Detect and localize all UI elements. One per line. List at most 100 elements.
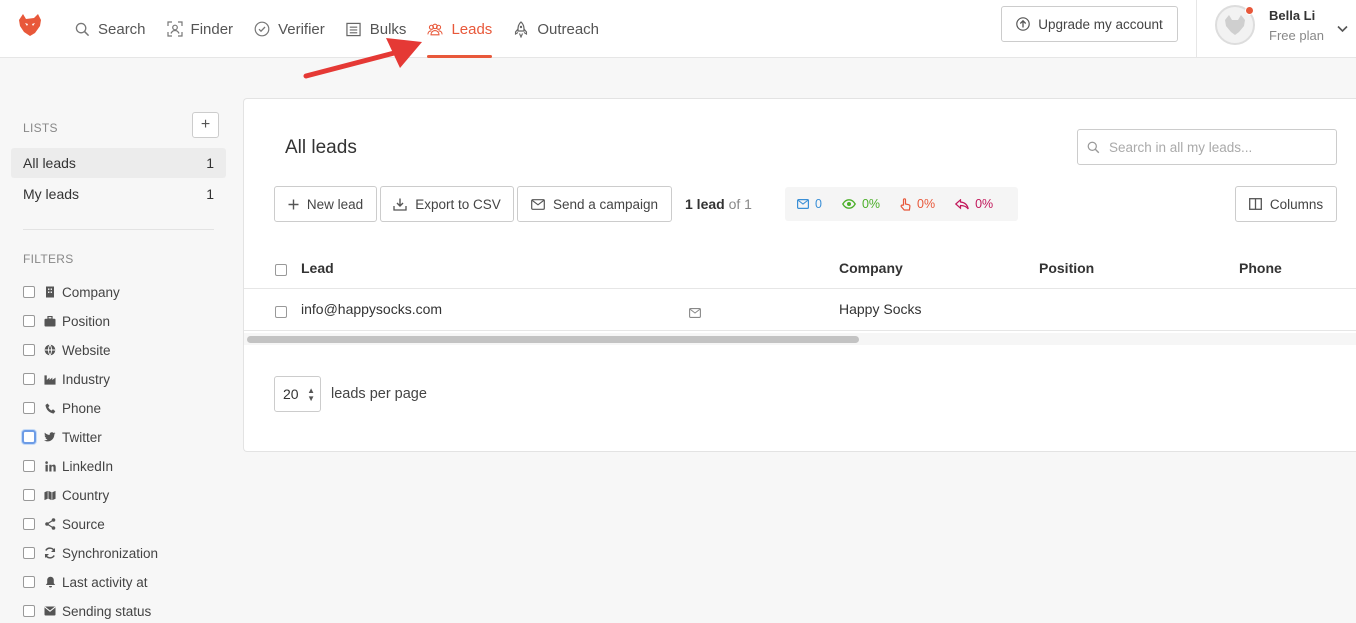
building-icon bbox=[44, 286, 56, 298]
filter-checkbox[interactable] bbox=[23, 605, 35, 617]
leads-search[interactable] bbox=[1077, 129, 1337, 165]
annotation-arrow-icon bbox=[303, 38, 422, 79]
per-page-label: leads per page bbox=[331, 386, 427, 402]
filter-checkbox[interactable] bbox=[23, 402, 35, 414]
select-all-checkbox[interactable] bbox=[275, 264, 287, 276]
check-circle-icon bbox=[254, 21, 270, 37]
envelope-icon[interactable] bbox=[689, 305, 701, 321]
campaign-stats: 0 0% 0% 0% bbox=[785, 187, 1018, 221]
filter-checkbox[interactable] bbox=[23, 547, 35, 559]
filter-label: Phone bbox=[62, 400, 102, 416]
notification-dot bbox=[1245, 6, 1254, 15]
user-name[interactable]: Bella Li bbox=[1269, 8, 1315, 23]
stat-opened: 0% bbox=[842, 197, 880, 211]
table-header-divider bbox=[244, 288, 1356, 289]
rocket-icon bbox=[513, 20, 529, 38]
finder-icon bbox=[166, 21, 183, 37]
list-label: My leads bbox=[23, 186, 80, 202]
column-header-phone[interactable]: Phone bbox=[1239, 260, 1282, 276]
filter-checkbox[interactable] bbox=[23, 315, 35, 327]
filter-linkedin[interactable]: LinkedIn bbox=[23, 457, 113, 475]
filter-label: Twitter bbox=[62, 429, 102, 445]
lead-count: 1 lead of 1 bbox=[685, 196, 752, 212]
filter-checkbox[interactable] bbox=[23, 576, 35, 588]
filter-country[interactable]: Country bbox=[23, 486, 109, 504]
filter-checkbox[interactable] bbox=[23, 489, 35, 501]
row-checkbox[interactable] bbox=[275, 306, 287, 318]
nav-search[interactable]: Search bbox=[74, 0, 146, 58]
filter-phone[interactable]: Phone bbox=[23, 399, 101, 417]
filter-checkbox[interactable] bbox=[23, 518, 35, 530]
plus-icon: + bbox=[200, 116, 211, 133]
send-campaign-button[interactable]: Send a campaign bbox=[517, 186, 672, 222]
filter-company[interactable]: Company bbox=[23, 283, 120, 301]
chevron-down-icon[interactable] bbox=[1337, 20, 1348, 36]
eye-icon bbox=[842, 199, 856, 209]
top-navigation-bar: Search Finder Verifier Bulks Leads Outre… bbox=[0, 0, 1356, 58]
upgrade-label: Upgrade my account bbox=[1038, 16, 1163, 32]
new-lead-button[interactable]: New lead bbox=[274, 186, 377, 222]
nav-outreach[interactable]: Outreach bbox=[513, 0, 599, 58]
search-icon bbox=[1087, 141, 1100, 154]
globe-icon bbox=[44, 344, 56, 356]
filter-sending-status[interactable]: Sending status bbox=[23, 602, 151, 620]
lead-company: Happy Socks bbox=[839, 301, 922, 317]
nav-leads[interactable]: Leads bbox=[427, 0, 492, 58]
columns-button[interactable]: Columns bbox=[1235, 186, 1337, 222]
filter-synchronization[interactable]: Synchronization bbox=[23, 544, 158, 562]
bell-icon bbox=[44, 576, 56, 588]
list-count: 1 bbox=[206, 155, 214, 171]
filter-last-activity[interactable]: Last activity at bbox=[23, 573, 148, 591]
button-label: New lead bbox=[306, 196, 364, 212]
nav-finder[interactable]: Finder bbox=[166, 0, 234, 58]
filter-website[interactable]: Website bbox=[23, 341, 111, 359]
add-list-button[interactable]: + bbox=[192, 112, 219, 138]
sidebar: LISTS + All leads 1 My leads 1 FILTERS C… bbox=[0, 59, 240, 623]
avatar[interactable] bbox=[1215, 5, 1255, 45]
stat-value: 0% bbox=[861, 197, 881, 211]
table-row-divider bbox=[244, 330, 1356, 331]
filter-label: Industry bbox=[62, 371, 111, 387]
nav-label: Leads bbox=[451, 20, 493, 38]
stat-clicked: 0% bbox=[900, 197, 935, 211]
header-divider bbox=[1196, 0, 1197, 58]
upgrade-account-button[interactable]: Upgrade my account bbox=[1001, 6, 1178, 42]
filter-position[interactable]: Position bbox=[23, 312, 110, 330]
filter-checkbox[interactable] bbox=[23, 286, 35, 298]
download-icon bbox=[393, 198, 407, 211]
search-input[interactable] bbox=[1109, 139, 1319, 155]
phone-icon bbox=[44, 402, 56, 414]
leads-icon bbox=[427, 21, 444, 37]
filter-checkbox[interactable] bbox=[23, 460, 35, 472]
column-header-lead[interactable]: Lead bbox=[301, 260, 334, 276]
per-page-select[interactable]: 20 ▲ ▼ bbox=[274, 376, 321, 412]
lists-title: LISTS bbox=[23, 121, 58, 135]
per-page-value: 20 bbox=[283, 386, 299, 402]
filter-industry[interactable]: Industry bbox=[23, 370, 110, 388]
scrollbar-thumb[interactable] bbox=[247, 336, 859, 343]
filter-checkbox[interactable] bbox=[22, 430, 36, 444]
industry-icon bbox=[44, 373, 56, 385]
list-item-all-leads[interactable]: All leads 1 bbox=[11, 148, 226, 178]
reply-icon bbox=[955, 198, 969, 210]
plus-icon bbox=[288, 199, 299, 210]
select-arrows-icon: ▲ ▼ bbox=[307, 386, 315, 403]
horizontal-scrollbar[interactable] bbox=[244, 333, 1356, 345]
list-item-my-leads[interactable]: My leads 1 bbox=[11, 179, 226, 209]
column-header-company[interactable]: Company bbox=[839, 260, 903, 276]
column-header-position[interactable]: Position bbox=[1039, 260, 1094, 276]
briefcase-icon bbox=[44, 315, 56, 327]
filter-twitter[interactable]: Twitter bbox=[22, 428, 102, 446]
hunter-logo-icon[interactable] bbox=[16, 11, 44, 39]
lead-email[interactable]: info@happysocks.com bbox=[301, 301, 442, 317]
map-icon bbox=[44, 489, 56, 501]
filter-checkbox[interactable] bbox=[23, 373, 35, 385]
envelope-icon bbox=[531, 198, 545, 210]
sidebar-divider bbox=[23, 229, 214, 230]
envelope-icon bbox=[797, 199, 809, 209]
nav-label: Finder bbox=[190, 20, 234, 38]
export-csv-button[interactable]: Export to CSV bbox=[380, 186, 514, 222]
filter-source[interactable]: Source bbox=[23, 515, 105, 533]
list-count: 1 bbox=[206, 186, 214, 202]
filter-checkbox[interactable] bbox=[23, 344, 35, 356]
